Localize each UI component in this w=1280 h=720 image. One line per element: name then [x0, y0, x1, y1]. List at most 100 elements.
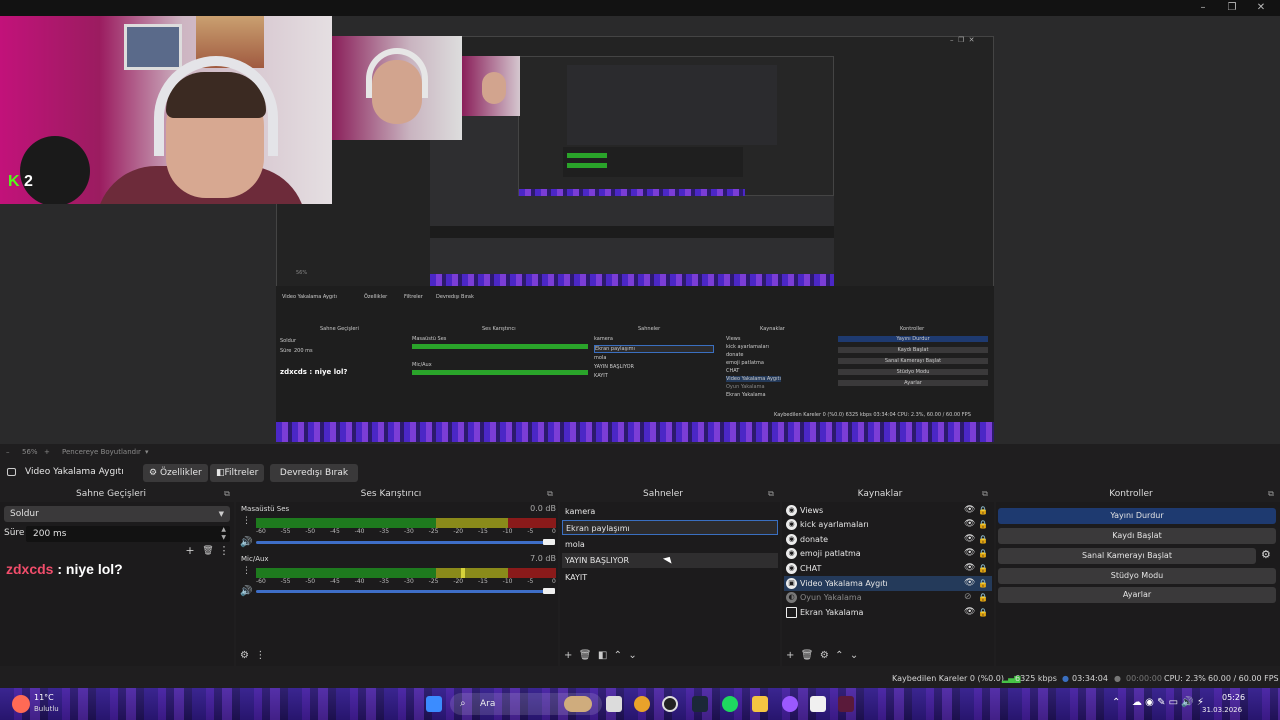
- eye-hidden-icon[interactable]: ⊘: [964, 590, 972, 605]
- speaker-icon[interactable]: 🔊: [240, 586, 252, 597]
- studio-mode-button[interactable]: Stüdyo Modu: [998, 568, 1276, 584]
- lock-icon[interactable]: 🔒: [978, 503, 988, 518]
- filters-button[interactable]: ◧Filtreler: [210, 464, 265, 482]
- clock-date[interactable]: 31.03.2026: [1202, 706, 1242, 714]
- gear-icon[interactable]: ⚙: [820, 650, 829, 661]
- minimize-button[interactable]: –: [1192, 0, 1214, 16]
- tray-chevron-icon[interactable]: ⌃: [1112, 697, 1120, 708]
- eye-icon[interactable]: 👁: [964, 503, 975, 518]
- more-vertical-icon[interactable]: ⋮: [242, 566, 251, 576]
- dock-menu-icon[interactable]: ⧉: [980, 488, 990, 500]
- zoom-plus-icon[interactable]: +: [44, 448, 50, 456]
- clock-time[interactable]: 05:26: [1222, 693, 1245, 702]
- gear-icon[interactable]: ⚙: [1261, 548, 1271, 561]
- speaker-icon[interactable]: 🔊: [240, 537, 252, 548]
- lock-icon[interactable]: 🔒: [978, 590, 988, 605]
- duration-input[interactable]: 200 ms ▲ ▼: [26, 526, 230, 542]
- dock-menu-icon[interactable]: ⧉: [1266, 488, 1276, 500]
- source-item[interactable]: ◉ emoji patlatma 👁 🔒: [784, 546, 992, 561]
- scene-item[interactable]: KAYIT: [562, 570, 778, 585]
- taskbar-search[interactable]: ⌕ Ara: [450, 693, 602, 715]
- scene-item[interactable]: kamera: [562, 504, 778, 519]
- volume-slider-knob[interactable]: [543, 539, 555, 545]
- chevron-down-icon[interactable]: ▾: [145, 448, 149, 456]
- source-item[interactable]: Ekran Yakalama 👁 🔒: [784, 605, 992, 620]
- weather-icon: [12, 695, 30, 713]
- source-item[interactable]: ◉ kick ayarlamaları 👁 🔒: [784, 517, 992, 532]
- add-icon[interactable]: +: [786, 650, 794, 661]
- eye-icon[interactable]: 👁: [964, 576, 975, 591]
- lock-icon[interactable]: 🔒: [978, 532, 988, 547]
- move-up-icon[interactable]: ⌃: [614, 650, 622, 661]
- eye-icon[interactable]: 👁: [964, 561, 975, 576]
- trash-icon[interactable]: 🗑: [801, 650, 814, 661]
- meter-tick-label: -45: [330, 578, 340, 585]
- disable-button[interactable]: Devredışı Bırak: [270, 464, 358, 482]
- preview-canvas[interactable]: Video Yakalama Aygıtı Özellikler Filtrel…: [0, 16, 1280, 444]
- windows-start-icon[interactable]: [426, 696, 442, 712]
- dock-menu-icon[interactable]: ⧉: [222, 488, 232, 500]
- source-item[interactable]: ◉ donate 👁 🔒: [784, 532, 992, 547]
- properties-button[interactable]: ⚙ Özellikler: [143, 464, 208, 482]
- stop-stream-button[interactable]: Yayını Durdur: [998, 508, 1276, 524]
- dock-title-mixer: Ses Karıştırıcı: [360, 489, 422, 499]
- camera-icon: [7, 468, 16, 476]
- tray-icons[interactable]: ☁ ◉ ✎ ▭ 🔊 ⚡: [1132, 697, 1204, 708]
- source-item[interactable]: ◉ Views 👁 🔒: [784, 503, 992, 518]
- add-icon[interactable]: +: [564, 650, 572, 661]
- app-icon[interactable]: [782, 696, 798, 712]
- spin-arrows-icon[interactable]: ▲ ▼: [221, 526, 226, 542]
- filter-icon[interactable]: ◧: [598, 650, 607, 661]
- settings-button[interactable]: Ayarlar: [998, 587, 1276, 603]
- source-item[interactable]: ◉ CHAT 👁 🔒: [784, 561, 992, 576]
- obs-icon[interactable]: [662, 696, 678, 712]
- app-icon[interactable]: [838, 696, 854, 712]
- lock-icon[interactable]: 🔒: [978, 517, 988, 532]
- dock-menu-icon[interactable]: ⧉: [545, 488, 555, 500]
- trash-icon[interactable]: 🗑: [200, 544, 216, 558]
- source-item[interactable]: ▣ Video Yakalama Aygıtı 👁 🔒: [784, 576, 992, 591]
- zoom-minus-icon[interactable]: –: [6, 448, 10, 456]
- source-item[interactable]: ◐ Oyun Yakalama ⊘ 🔒: [784, 590, 992, 605]
- volume-slider-knob[interactable]: [543, 588, 555, 594]
- start-virtualcam-button[interactable]: Sanal Kamerayı Başlat: [998, 548, 1256, 564]
- spotify-icon[interactable]: [722, 696, 738, 712]
- lock-icon[interactable]: 🔒: [978, 546, 988, 561]
- eye-icon[interactable]: 👁: [964, 517, 975, 532]
- scene-item[interactable]: Ekran paylaşımı: [562, 520, 778, 535]
- volume-slider[interactable]: [256, 590, 546, 593]
- more-vertical-icon[interactable]: ⋮: [242, 516, 251, 526]
- scene-item[interactable]: mola: [562, 537, 778, 552]
- eye-icon[interactable]: 👁: [964, 532, 975, 547]
- start-record-button[interactable]: Kaydı Başlat: [998, 528, 1276, 544]
- lock-icon[interactable]: 🔒: [978, 561, 988, 576]
- move-up-icon[interactable]: ⌃: [835, 650, 843, 661]
- add-icon[interactable]: +: [182, 544, 198, 558]
- nested-transition: Soldur: [280, 338, 297, 344]
- store-icon[interactable]: [810, 696, 826, 712]
- move-down-icon[interactable]: ⌄: [628, 650, 636, 661]
- move-down-icon[interactable]: ⌄: [850, 650, 858, 661]
- lock-icon[interactable]: 🔒: [978, 576, 988, 591]
- volume-slider[interactable]: [256, 541, 546, 544]
- zoom-level[interactable]: 56%: [22, 448, 38, 456]
- eye-icon[interactable]: 👁: [964, 605, 975, 620]
- dock-menu-icon[interactable]: ⧉: [766, 488, 776, 500]
- fit-to-window[interactable]: Pencereye Boyutlandır: [62, 448, 141, 456]
- folder-icon[interactable]: [752, 696, 768, 712]
- steam-icon[interactable]: [692, 696, 708, 712]
- lock-icon[interactable]: 🔒: [978, 605, 988, 620]
- maximize-button[interactable]: ❐: [1221, 0, 1243, 16]
- taskbar: ⌃ ☁ ◉ ✎ ▭ 🔊 ⚡: [0, 688, 1280, 720]
- trash-icon[interactable]: 🗑: [579, 650, 592, 661]
- taskview-icon[interactable]: [606, 696, 622, 712]
- nested-source-name: Video Yakalama Aygıtı: [282, 294, 337, 300]
- meter-tick-label: -20: [453, 578, 464, 585]
- more-vertical-icon[interactable]: ⋮: [255, 650, 265, 661]
- chrome-icon[interactable]: [634, 696, 650, 712]
- advanced-audio-icon[interactable]: ⚙: [240, 650, 249, 661]
- more-vertical-icon[interactable]: ⋮: [216, 544, 232, 558]
- close-button[interactable]: ✕: [1250, 0, 1272, 16]
- eye-icon[interactable]: 👁: [964, 546, 975, 561]
- transition-select[interactable]: Soldur ▼: [4, 506, 230, 522]
